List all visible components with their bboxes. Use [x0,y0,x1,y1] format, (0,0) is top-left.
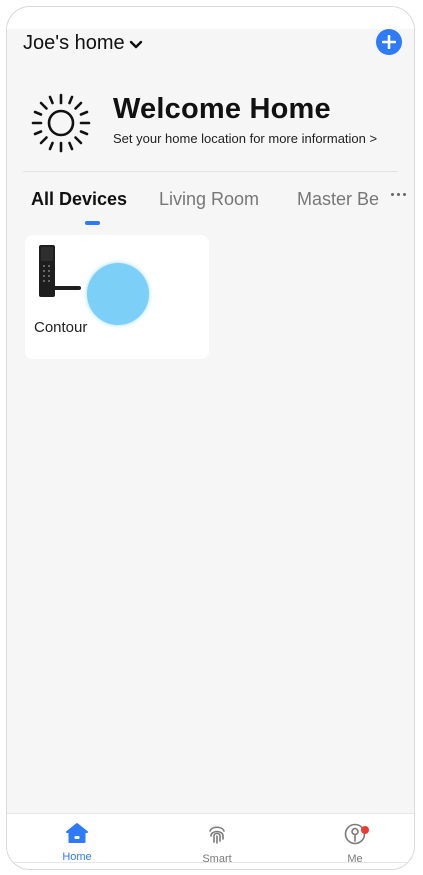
divider [23,171,398,172]
fingerprint-icon [209,826,225,844]
phone-screen: Joe's home Welcome Home Set your home lo… [6,6,415,870]
house-icon [66,823,88,843]
nav-home[interactable]: Home [47,822,107,863]
smart-door-lock-icon [39,245,81,297]
home-indicator-line [7,862,414,863]
welcome-banner[interactable]: Welcome Home Set your home location for … [29,91,398,155]
room-tabs: All Devices Living Room Master Be [23,189,406,229]
plus-icon [382,35,396,49]
tab-living-room[interactable]: Living Room [159,189,259,210]
tab-master-bedroom[interactable]: Master Be [297,189,379,210]
welcome-subtitle-link[interactable]: Set your home location for more informat… [113,131,377,146]
more-tabs-icon[interactable] [391,193,406,196]
active-tab-indicator [85,221,100,225]
sun-icon [31,93,91,153]
nav-me[interactable]: Me [325,822,385,865]
tab-all-devices[interactable]: All Devices [31,189,127,210]
add-device-button[interactable] [376,29,402,55]
chevron-down-icon [129,40,142,48]
welcome-title: Welcome Home [113,93,331,125]
nav-smart-label: Smart [202,853,232,865]
touch-indicator [87,263,149,325]
status-bar-area [7,7,414,29]
home-selector[interactable]: Joe's home [23,32,143,55]
notification-badge [361,826,369,834]
device-name: Contour [34,319,88,336]
home-name: Joe's home [23,32,125,54]
nav-smart[interactable]: Smart [187,822,247,865]
nav-me-label: Me [347,853,363,865]
header: Joe's home [23,29,402,61]
